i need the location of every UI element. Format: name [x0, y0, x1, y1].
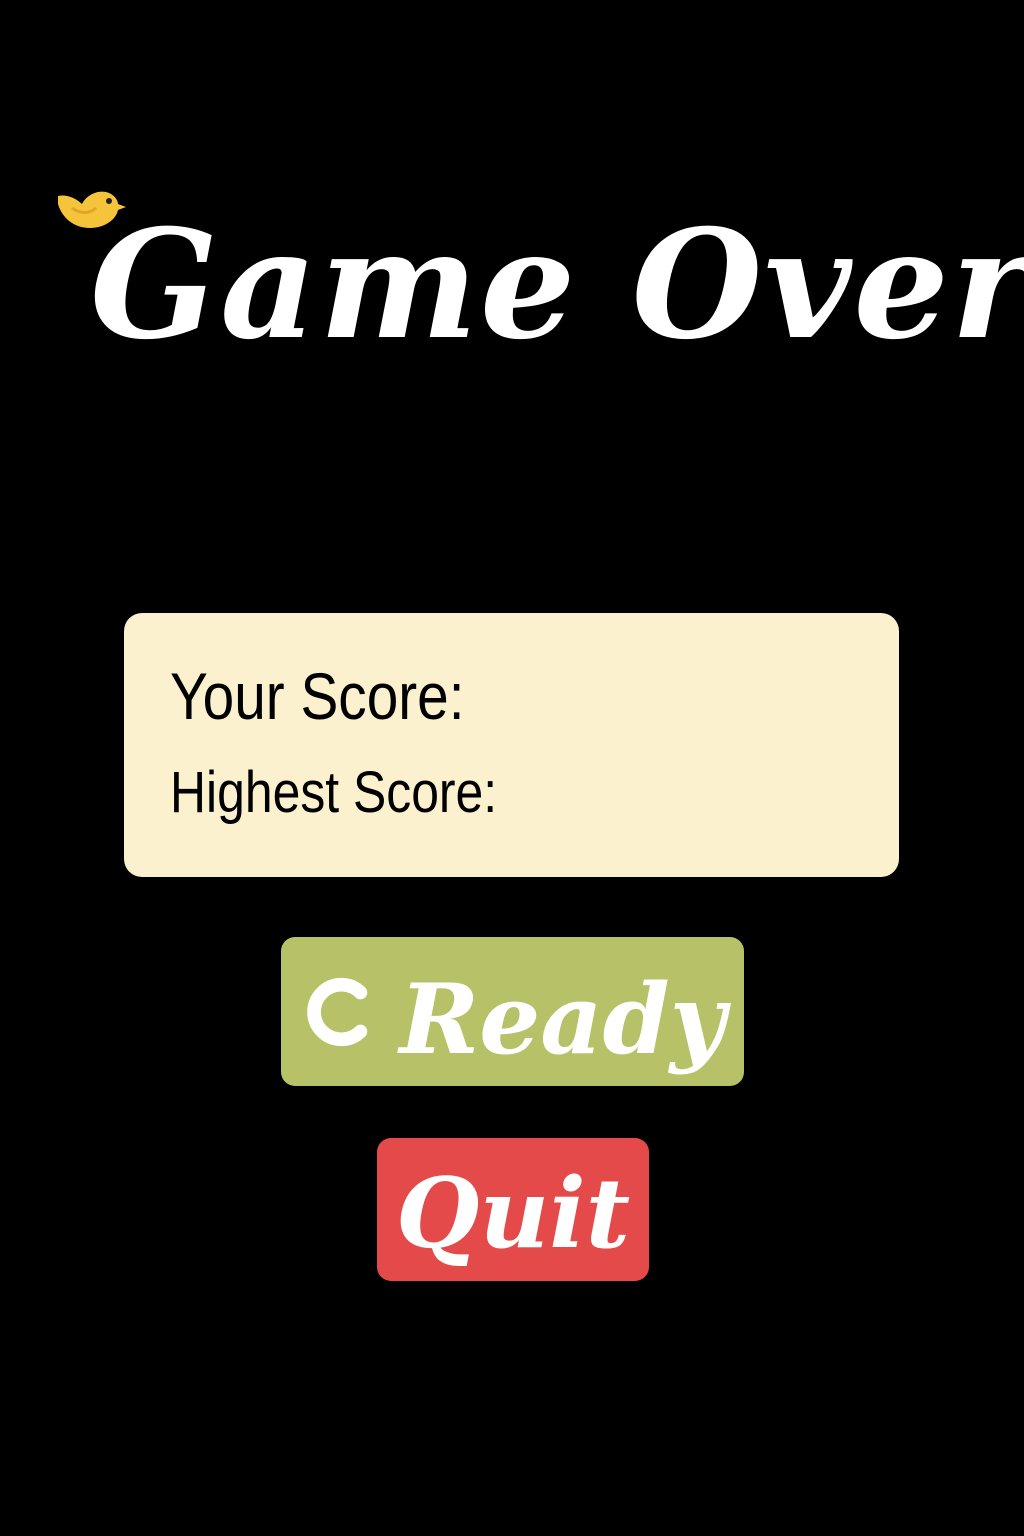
score-panel: Your Score: Highest Score:	[124, 613, 899, 877]
your-score-label: Your Score:	[170, 659, 465, 733]
quit-button-label: Quit	[395, 1157, 631, 1270]
game-over-screen: Game Over Your Score: Highest Score: Rea…	[0, 0, 1024, 1536]
quit-button[interactable]: Quit	[377, 1138, 649, 1281]
ready-button[interactable]: Ready	[281, 937, 744, 1086]
retry-icon	[306, 977, 367, 1046]
ready-button-label: Ready	[399, 963, 726, 1076]
game-over-title: Game Over	[90, 197, 1024, 373]
highest-score-label: Highest Score:	[170, 760, 498, 825]
